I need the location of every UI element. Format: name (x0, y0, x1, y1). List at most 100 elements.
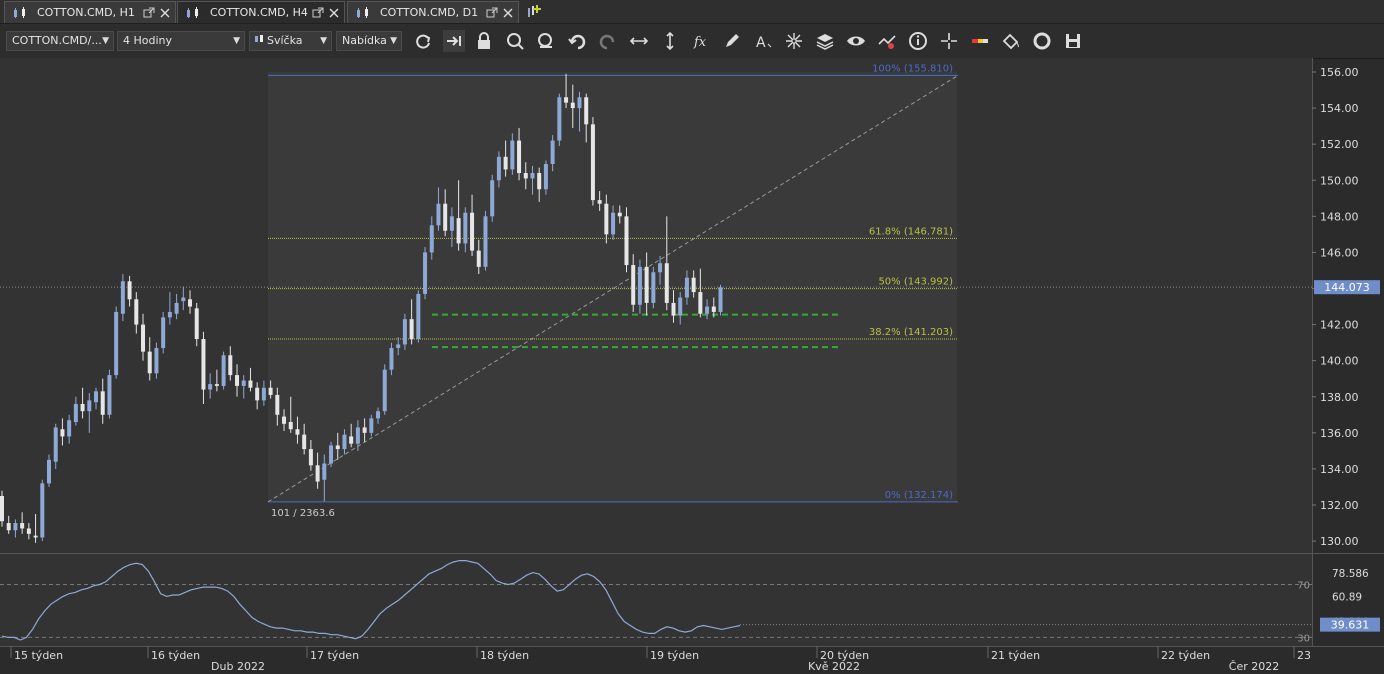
candle-body (557, 97, 562, 141)
detach-icon[interactable] (143, 7, 155, 19)
price-tick-label: 130.00 (1320, 535, 1359, 548)
candle-body (483, 216, 488, 267)
layers-icon[interactable] (814, 30, 836, 52)
tab-cotton-h4[interactable]: COTTON.CMD, H4 (177, 1, 345, 23)
candle (557, 93, 562, 146)
candle-body (705, 306, 710, 314)
chevron-down-icon: ▼ (390, 36, 397, 46)
circle-icon[interactable] (1031, 30, 1053, 52)
period-select[interactable]: 4 Hodiny ▼ (117, 31, 245, 51)
candle-body (154, 348, 159, 374)
candlestick-icon (14, 6, 25, 18)
rsi-tick-label: 78.586 (1332, 568, 1369, 580)
candle-body (302, 434, 307, 450)
price-tick-label: 152.00 (1320, 138, 1359, 151)
candle-body (127, 281, 132, 300)
candle-body (308, 449, 313, 466)
week-label: 19 týden (650, 649, 699, 662)
candle-body (295, 429, 300, 435)
refresh-icon[interactable] (412, 30, 434, 52)
candle-body (228, 355, 233, 376)
candle-body (423, 252, 428, 294)
month-label: Čer 2022 (1229, 660, 1279, 673)
info-icon[interactable] (907, 30, 929, 52)
text-icon[interactable]: A (752, 30, 774, 52)
price-tick-label: 148.00 (1320, 210, 1359, 223)
price-chart[interactable]: 156.00 154.00 152.00 150.00 148.00 146.00 144.… (0, 58, 1384, 674)
close-icon[interactable] (502, 7, 514, 19)
candle-body (53, 427, 58, 462)
pencil-icon[interactable] (721, 30, 743, 52)
candle-body (463, 212, 468, 244)
fib-level-label: 61.8% (146.781) (869, 226, 953, 237)
candle-body (543, 164, 548, 190)
undo-icon[interactable] (566, 30, 588, 52)
week-label: 15 týden (14, 649, 63, 662)
tab-cotton-d1[interactable]: COTTON.CMD, D1 (347, 1, 519, 23)
candle (490, 174, 495, 222)
autoscroll-icon[interactable] (443, 30, 465, 52)
candle (40, 479, 45, 542)
candle-body (402, 319, 407, 345)
chart-alert-icon[interactable] (876, 30, 898, 52)
save-icon[interactable] (1062, 30, 1084, 52)
candle-body (114, 311, 119, 376)
close-icon[interactable] (159, 7, 171, 19)
candle-body (33, 535, 38, 538)
candle-body (255, 387, 260, 401)
redo-icon[interactable] (597, 30, 619, 52)
price-tick-label: 146.00 (1320, 246, 1359, 259)
offer-side-value: Nabídka (342, 34, 387, 47)
offer-side-select[interactable]: Nabídka ▼ (336, 31, 402, 51)
vertical-fit-icon[interactable] (659, 30, 681, 52)
candle-body (537, 173, 542, 190)
candle-body (315, 465, 320, 482)
detach-icon[interactable] (486, 7, 498, 19)
week-label: 22 týden (1161, 649, 1210, 662)
candle-body (684, 277, 689, 298)
zoom-in-icon[interactable] (504, 30, 526, 52)
price-tick-label: 132.00 (1320, 499, 1359, 512)
candle-body (590, 124, 595, 201)
candle-body (167, 311, 172, 318)
candle-body (490, 180, 495, 217)
zoom-out-icon[interactable] (535, 30, 557, 52)
star-tool-icon[interactable] (783, 30, 805, 52)
candle (114, 306, 119, 379)
close-icon[interactable] (328, 7, 340, 19)
tab-label: COTTON.CMD, H4 (210, 6, 308, 19)
candle-body (369, 418, 374, 433)
add-chart-icon[interactable] (526, 3, 542, 19)
color-bar-icon[interactable] (969, 30, 991, 52)
candle (329, 441, 334, 468)
chevron-down-icon: ▼ (102, 36, 109, 46)
candle-body (282, 416, 287, 424)
candle-body (624, 216, 629, 266)
crosshair-icon[interactable] (938, 30, 960, 52)
candle (161, 311, 166, 354)
eye-icon[interactable] (845, 30, 867, 52)
candle-body (181, 297, 186, 302)
price-tick-label: 134.00 (1320, 463, 1359, 476)
chart-type-select[interactable]: Svíčka ▼ (249, 31, 332, 51)
candle-body (335, 445, 340, 450)
detach-icon[interactable] (312, 7, 324, 19)
indicator-fx-icon[interactable]: fx (690, 30, 712, 52)
chart-type-value: Svíčka (267, 34, 303, 47)
svg-text:fx: fx (693, 35, 707, 50)
paint-bucket-icon[interactable] (1000, 30, 1022, 52)
tab-bar: COTTON.CMD, H1 COTTON.CMD, H4 COTTON.CMD… (0, 0, 1384, 24)
candle-body (141, 324, 146, 352)
tab-label: COTTON.CMD, D1 (380, 6, 479, 19)
candle-body (443, 203, 448, 231)
month-label: Kvě 2022 (808, 660, 860, 673)
tab-cotton-h1[interactable]: COTTON.CMD, H1 (4, 1, 176, 23)
lock-icon[interactable] (473, 30, 495, 52)
instrument-select[interactable]: COTTON.CMD/... ▼ (6, 31, 114, 51)
candle-body (355, 427, 360, 444)
horizontal-fit-icon[interactable] (628, 30, 650, 52)
current-price-label: 144.073 (1324, 281, 1370, 294)
candle-body (174, 302, 179, 314)
candle-body (261, 387, 266, 401)
candle-body (698, 292, 703, 314)
